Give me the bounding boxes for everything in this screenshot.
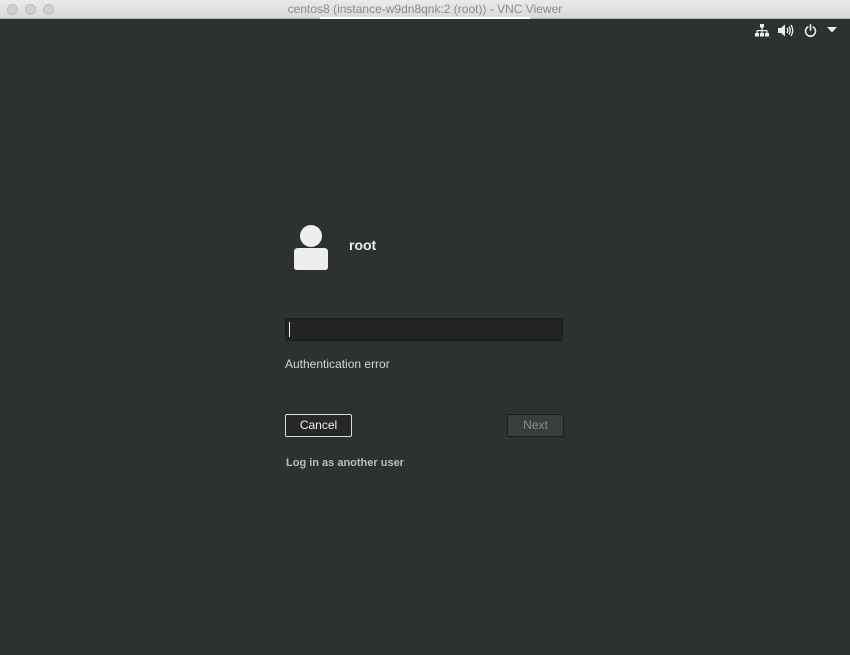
title-bar[interactable]: centos8 (instance-w9dn8qnk:2 (root)) - V… — [0, 0, 850, 19]
auth-error-message: Authentication error — [285, 357, 390, 371]
log-in-as-another-user-link[interactable]: Log in as another user — [286, 457, 404, 469]
window-title: centos8 (instance-w9dn8qnk:2 (root)) - V… — [287, 2, 563, 16]
volume-icon — [778, 22, 794, 38]
user-avatar-icon — [292, 225, 330, 271]
username-label: root — [349, 237, 377, 253]
cancel-button[interactable]: Cancel — [285, 414, 352, 437]
next-button[interactable]: Next — [507, 414, 564, 437]
power-icon — [802, 22, 818, 38]
text-cursor — [289, 322, 290, 337]
network-icon — [754, 22, 770, 38]
login-screen: root Authentication error Cancel Next Lo… — [0, 19, 850, 655]
password-field[interactable] — [285, 318, 563, 341]
vnc-viewer-window: centos8 (instance-w9dn8qnk:2 (root)) - V… — [0, 0, 850, 655]
chevron-down-icon — [826, 22, 838, 38]
system-menu[interactable] — [754, 22, 838, 38]
